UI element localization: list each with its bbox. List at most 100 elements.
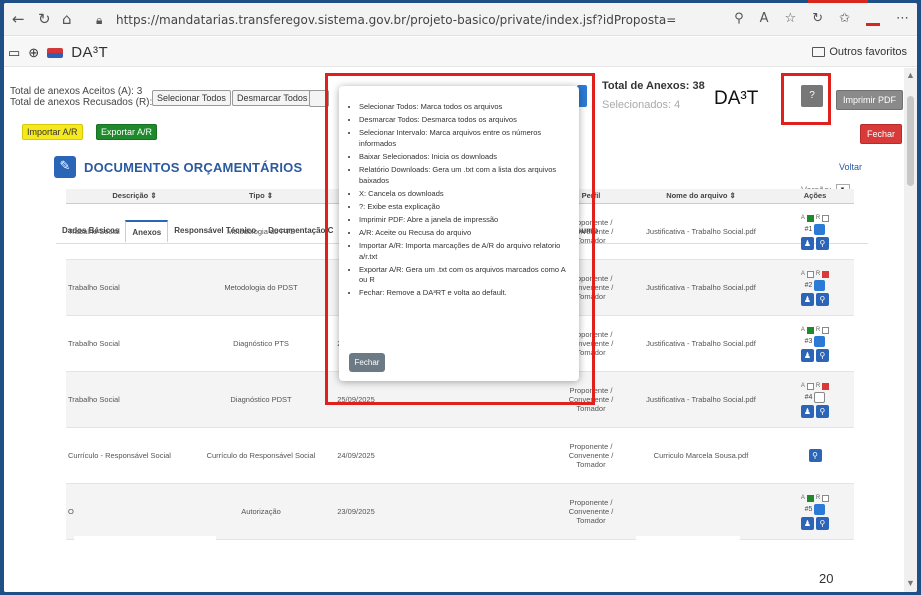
col-arquivo[interactable]: Nome do arquivo ⇕: [626, 189, 776, 204]
r-label: R: [815, 271, 821, 278]
other-favorites[interactable]: Outros favoritos: [812, 46, 907, 58]
ar-toggle[interactable]: AR: [801, 326, 830, 334]
accept-checkbox[interactable]: [806, 382, 814, 390]
cell-tipo: Diagnóstico PTS: [201, 315, 321, 372]
row-number: #5: [804, 505, 813, 513]
search-icon[interactable]: ⚲: [815, 516, 829, 530]
user-icon[interactable]: ♟: [800, 236, 814, 250]
a-label: A: [800, 215, 805, 222]
print-pdf-button[interactable]: Imprimir PDF: [836, 90, 903, 110]
refuse-checkbox[interactable]: [822, 494, 830, 502]
favorite-star-icon[interactable]: ☆: [785, 11, 797, 29]
bookmarks-bar: ▭ ⊕ DA³T Outros favoritos: [4, 37, 917, 67]
accept-checkbox[interactable]: [806, 494, 814, 502]
search-icon[interactable]: ⚲: [815, 404, 829, 418]
a-label: A: [800, 383, 805, 390]
home-icon[interactable]: ⌂: [62, 11, 72, 27]
row-number: #3: [804, 337, 813, 345]
back-arrow-icon[interactable]: ←: [12, 11, 25, 27]
user-icon[interactable]: ♟: [800, 404, 814, 418]
screenshot-frame: ← ↻ ⌂ 🔒︎ https://mandatarias.transferego…: [4, 3, 917, 592]
deselect-all-button[interactable]: Desmarcar Todos: [232, 90, 313, 106]
row-actions: ⚲: [808, 448, 822, 462]
search-icon[interactable]: ⚲: [815, 236, 829, 250]
row-actions: ♟ ⚲: [800, 516, 829, 530]
globe-icon[interactable]: ⊕: [28, 45, 39, 61]
col-acoes: Ações: [776, 189, 854, 204]
help-highlight-frame: [781, 73, 831, 125]
user-icon[interactable]: ♟: [800, 516, 814, 530]
refresh-page-icon[interactable]: ↻: [812, 11, 823, 29]
cell-tipo: Autorização: [201, 483, 321, 540]
row-number: #2: [804, 281, 813, 289]
read-aloud-icon[interactable]: A: [760, 11, 769, 29]
profile-icon[interactable]: [866, 8, 880, 26]
refuse-checkbox[interactable]: [822, 326, 830, 334]
cell-tipo: Metodologia do PTS: [201, 203, 321, 260]
row-actions: ♟ ⚲: [800, 404, 829, 418]
total-attachments: Total de Anexos: 38: [602, 80, 705, 92]
select-all-button[interactable]: Selecionar Todos: [152, 90, 231, 106]
zoom-icon[interactable]: ⚲: [734, 11, 744, 29]
scroll-down-icon[interactable]: ▼: [906, 578, 915, 588]
r-label: R: [815, 215, 821, 222]
cell-arquivo: Justificativa - Trabalho Social.pdf: [626, 315, 776, 372]
ar-toggle[interactable]: AR: [800, 382, 830, 390]
more-menu-icon[interactable]: ⋯: [896, 11, 909, 29]
col-descricao[interactable]: Descrição ⇕: [66, 189, 201, 204]
select-row: #1: [804, 223, 826, 235]
r-label: R: [815, 327, 821, 334]
row-actions: ♟ ⚲: [800, 292, 829, 306]
url-text[interactable]: https://mandatarias.transferegov.sistema…: [116, 13, 676, 27]
accept-checkbox[interactable]: [806, 214, 814, 222]
r-label: R: [815, 383, 821, 390]
back-link[interactable]: Voltar: [839, 162, 862, 172]
section-header: ✎ DOCUMENTOS ORÇAMENTÁRIOS: [54, 156, 302, 178]
select-checkbox[interactable]: [814, 279, 826, 291]
row-number: #4: [804, 393, 813, 401]
tab-actions-icon[interactable]: ▭: [8, 45, 20, 61]
select-checkbox[interactable]: [814, 223, 826, 235]
select-checkbox[interactable]: [814, 391, 826, 403]
favorites-icon[interactable]: ✩: [839, 11, 850, 29]
export-ar-button[interactable]: Exportar A/R: [96, 124, 158, 140]
row-number: #1: [804, 225, 813, 233]
refuse-checkbox[interactable]: [822, 270, 830, 278]
bookmark-da3t[interactable]: DA³T: [71, 44, 108, 61]
search-icon[interactable]: ⚲: [815, 292, 829, 306]
cell-perfil: Proponente / Convenente / Tomador: [556, 483, 626, 540]
redacted-area: [636, 536, 740, 574]
accept-checkbox[interactable]: [806, 270, 814, 278]
ar-toggle[interactable]: AR: [801, 494, 830, 502]
reload-icon[interactable]: ↻: [38, 11, 51, 27]
a-label: A: [800, 271, 805, 278]
cell-tipo: Metodologia do PDST: [201, 259, 321, 316]
user-icon[interactable]: ♟: [800, 348, 814, 362]
search-icon[interactable]: ⚲: [808, 448, 822, 462]
close-button[interactable]: Fechar: [860, 124, 903, 144]
cell-arquivo: [626, 483, 776, 540]
scrollbar[interactable]: ▲ ▼: [904, 68, 917, 592]
accept-checkbox[interactable]: [806, 326, 814, 334]
table-row: O Autorização 23/09/2025 Proponente / Conve…: [66, 483, 854, 540]
pencil-icon: ✎: [54, 156, 76, 178]
import-ar-button[interactable]: Importar A/R: [22, 124, 83, 140]
select-checkbox[interactable]: [814, 503, 826, 515]
select-checkbox[interactable]: [814, 335, 826, 347]
select-row: #4: [804, 391, 826, 403]
refuse-checkbox[interactable]: [822, 382, 830, 390]
scroll-up-icon[interactable]: ▲: [906, 70, 915, 80]
search-icon[interactable]: ⚲: [815, 348, 829, 362]
redacted-area: [74, 536, 216, 574]
user-icon[interactable]: ♟: [800, 292, 814, 306]
ar-toggle[interactable]: AR: [800, 270, 830, 278]
select-row: #5: [804, 503, 826, 515]
scroll-thumb[interactable]: [907, 96, 914, 186]
table-row: Currículo - Responsável Social Currículo …: [66, 427, 854, 484]
total-accepted: Total de anexos Aceitos (A): 3: [10, 86, 143, 97]
row-actions: ♟ ⚲: [800, 236, 829, 250]
folder-icon: [812, 47, 826, 57]
refuse-checkbox[interactable]: [822, 214, 830, 222]
col-tipo[interactable]: Tipo ⇕: [201, 189, 321, 204]
ar-toggle[interactable]: AR: [800, 214, 830, 222]
